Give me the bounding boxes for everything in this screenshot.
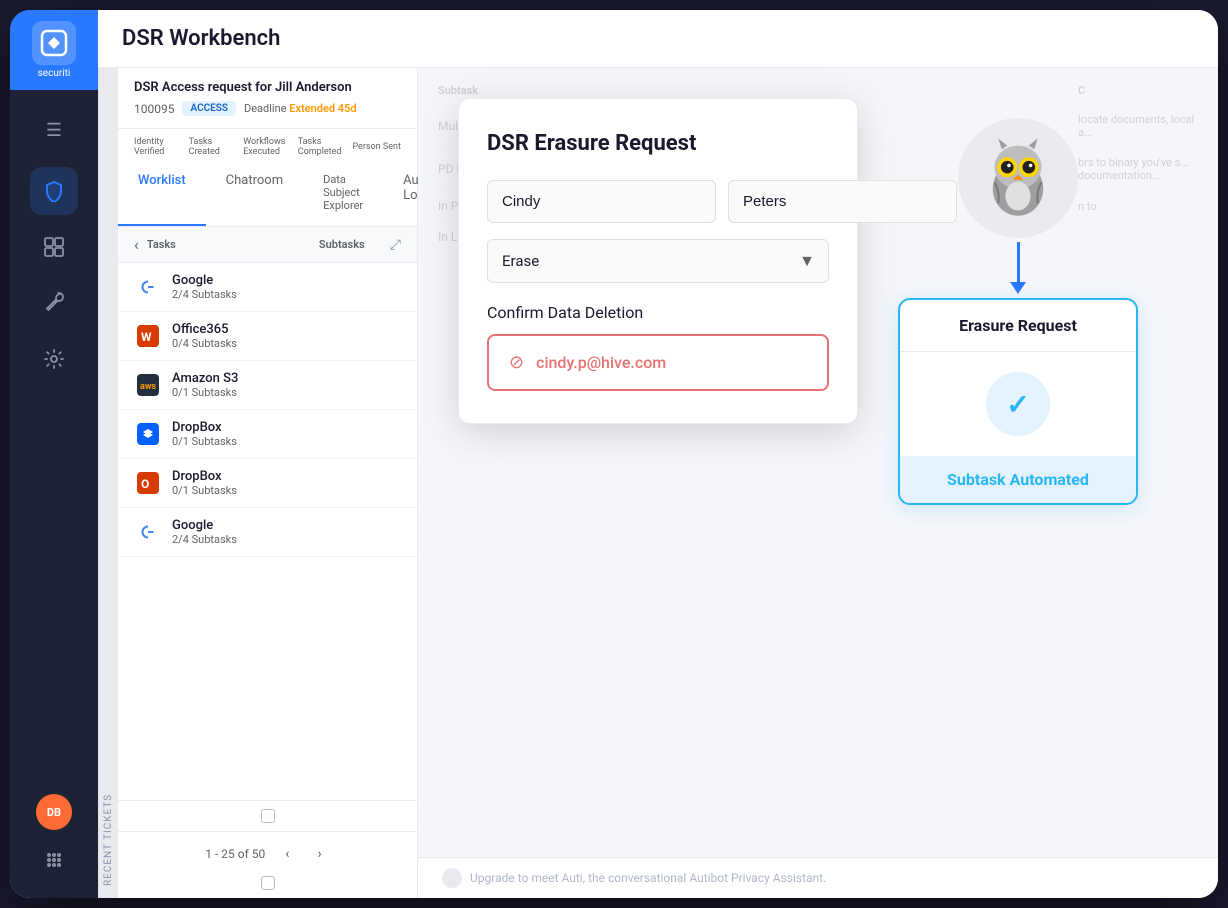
task-info: Office365 0/4 Subtasks bbox=[172, 322, 401, 350]
back-button[interactable]: ‹ bbox=[134, 235, 139, 254]
amazon-logo: aws bbox=[134, 371, 162, 399]
svg-text:aws: aws bbox=[140, 382, 156, 392]
left-panel: DSR Access request for Jill Anderson 100… bbox=[118, 68, 418, 898]
upgrade-text: Upgrade to meet Auti, the conversational… bbox=[470, 871, 826, 885]
action-value: Erase bbox=[502, 252, 539, 270]
svg-text:W: W bbox=[141, 330, 152, 344]
apps-icon[interactable] bbox=[36, 842, 72, 878]
task-row[interactable]: DropBox 0/1 Subtasks bbox=[118, 410, 417, 459]
erasure-card-footer: Subtask Automated bbox=[900, 456, 1136, 503]
dropbox-logo bbox=[134, 420, 162, 448]
task-info: Google 2/4 Subtasks bbox=[172, 273, 401, 301]
checkmark-icon: ✓ bbox=[1006, 388, 1029, 421]
bot-icon bbox=[442, 868, 462, 888]
pagination: 1 - 25 of 50 ‹ › bbox=[118, 831, 417, 876]
tab-worklist[interactable]: Worklist bbox=[118, 161, 206, 226]
ticket-badge: ACCESS bbox=[182, 101, 236, 116]
user-avatar[interactable]: DB bbox=[36, 794, 72, 830]
sidebar-nav bbox=[30, 167, 78, 794]
owl-mascot bbox=[958, 118, 1078, 238]
office365-logo: W bbox=[134, 322, 162, 350]
logo-icon bbox=[32, 21, 76, 65]
prev-page-button[interactable]: ‹ bbox=[277, 842, 297, 866]
logo-area: securiti bbox=[10, 10, 98, 90]
first-name-input[interactable] bbox=[487, 180, 716, 223]
ticket-header: DSR Access request for Jill Anderson 100… bbox=[118, 68, 417, 129]
hamburger-icon: ☰ bbox=[46, 120, 62, 141]
main-tabs: Worklist Chatroom Data Subject Explorer … bbox=[118, 161, 417, 227]
sidebar-bottom: DB bbox=[36, 794, 72, 898]
recent-tickets-label: RECENT TICKETS bbox=[98, 68, 118, 898]
next-page-button[interactable]: › bbox=[309, 842, 329, 866]
ticket-id: 100095 bbox=[134, 102, 174, 116]
task-info: Amazon S3 0/1 Subtasks bbox=[172, 371, 401, 399]
logo-text: securiti bbox=[38, 68, 71, 79]
subtask-automated-label: Subtask Automated bbox=[947, 470, 1089, 489]
ticket-title: DSR Access request for Jill Anderson bbox=[134, 80, 401, 95]
center-area: Subtask C Multi-Discovery → locate docum… bbox=[418, 68, 1218, 898]
task-row[interactable]: Google 2/4 Subtasks bbox=[118, 263, 417, 312]
erasure-request-card: Erasure Request ✓ Subtask Automated bbox=[898, 298, 1138, 505]
modal-overlay: DSR Erasure Request Erase ▼ Confirm Data… bbox=[418, 68, 1218, 898]
page-header: DSR Workbench bbox=[98, 10, 1218, 68]
deadline-value: Extended 45d bbox=[289, 102, 356, 115]
action-select[interactable]: Erase bbox=[487, 239, 829, 283]
task-list-header: ‹ Tasks Subtasks ⤢ bbox=[118, 227, 417, 263]
step-identity-label: Identity Verified bbox=[134, 137, 183, 157]
step-tasks-label: Tasks Created bbox=[189, 137, 238, 157]
task-row[interactable]: Google 2/4 Subtasks bbox=[118, 508, 417, 557]
email-text: cindy.p@hive.com bbox=[536, 353, 666, 372]
erasure-card-title: Erasure Request bbox=[900, 300, 1136, 352]
sidebar-item-wrench[interactable] bbox=[30, 279, 78, 327]
main-content: DSR Workbench RECENT TICKETS DSR Access … bbox=[98, 10, 1218, 898]
task-row[interactable]: aws Amazon S3 0/1 Subtasks bbox=[118, 361, 417, 410]
check-circle: ✓ bbox=[986, 372, 1050, 436]
sidebar-item-settings[interactable] bbox=[30, 335, 78, 383]
pagination-range: 1 - 25 of 50 bbox=[205, 847, 265, 861]
progress-steps: Identity Verified Tasks Created Workflow… bbox=[118, 129, 417, 161]
sidebar-item-grid[interactable] bbox=[30, 223, 78, 271]
ticket-meta: 100095 ACCESS Deadline Extended 45d bbox=[134, 101, 401, 116]
task-info: DropBox 0/1 Subtasks bbox=[172, 469, 401, 497]
email-error-icon: ⊘ bbox=[509, 352, 524, 373]
menu-button[interactable]: ☰ bbox=[36, 110, 72, 151]
content-area: RECENT TICKETS DSR Access request for Ji… bbox=[98, 68, 1218, 898]
step-workflows-label: Workflows Executed bbox=[243, 137, 292, 157]
subtasks-col-header: Subtasks bbox=[302, 238, 382, 251]
tasks-col-header: Tasks bbox=[147, 238, 294, 251]
google2-logo bbox=[134, 518, 162, 546]
google-logo bbox=[134, 273, 162, 301]
task-row[interactable]: O DropBox 0/1 Subtasks bbox=[118, 459, 417, 508]
dropbox2-logo: O bbox=[134, 469, 162, 497]
name-fields bbox=[487, 180, 829, 223]
step-completed-label: Tasks Completed bbox=[298, 137, 347, 157]
expand-icon[interactable]: ⤢ bbox=[390, 237, 401, 253]
sidebar: securiti ☰ bbox=[10, 10, 98, 898]
page-title: DSR Workbench bbox=[122, 26, 1194, 51]
action-select-wrapper: Erase ▼ bbox=[487, 239, 829, 283]
bottom-bar: Upgrade to meet Auti, the conversational… bbox=[418, 857, 1218, 898]
erasure-card-check: ✓ bbox=[900, 352, 1136, 456]
sidebar-item-shield[interactable] bbox=[30, 167, 78, 215]
tab-data-subject[interactable]: Data Subject Explorer bbox=[303, 161, 383, 226]
step-person-label: Person Sent bbox=[352, 142, 400, 152]
dsr-erasure-card: DSR Erasure Request Erase ▼ Confirm Data… bbox=[458, 98, 858, 424]
checkbox-1[interactable] bbox=[261, 809, 275, 823]
ticket-deadline: Deadline Extended 45d bbox=[244, 102, 357, 115]
svg-text:O: O bbox=[141, 477, 149, 491]
confirm-label: Confirm Data Deletion bbox=[487, 303, 829, 322]
erasure-flow: Erasure Request ✓ Subtask Automated bbox=[898, 118, 1138, 505]
task-info: DropBox 0/1 Subtasks bbox=[172, 420, 401, 448]
task-info: Google 2/4 Subtasks bbox=[172, 518, 401, 546]
task-row[interactable]: W Office365 0/4 Subtasks bbox=[118, 312, 417, 361]
task-list: Google 2/4 Subtasks W Of bbox=[118, 263, 417, 800]
email-box: ⊘ cindy.p@hive.com bbox=[487, 334, 829, 391]
flow-arrow bbox=[1010, 242, 1026, 294]
dsr-card-title: DSR Erasure Request bbox=[487, 131, 829, 156]
tab-chatroom[interactable]: Chatroom bbox=[206, 161, 303, 226]
